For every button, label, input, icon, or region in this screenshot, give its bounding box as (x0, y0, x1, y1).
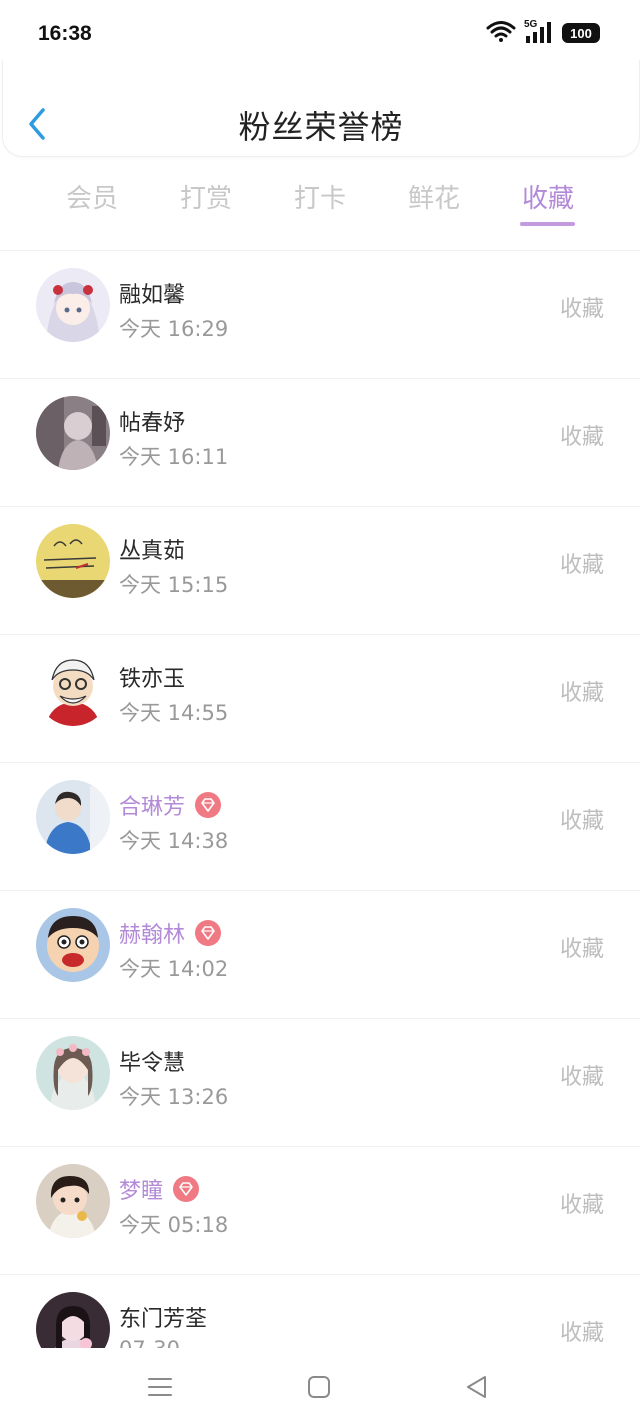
diamond-icon (195, 920, 222, 946)
timestamp: 今天 16:29 (119, 317, 229, 341)
timestamp: 今天 14:02 (119, 957, 229, 981)
avatar[interactable] (36, 780, 110, 854)
avatar[interactable] (36, 1036, 110, 1110)
name-line: 丛真茹 (119, 533, 185, 565)
avatar[interactable] (36, 524, 110, 598)
action-label: 收藏 (559, 553, 604, 578)
name-line: 毕令慧 (119, 1045, 185, 1077)
timestamp: 今天 13:26 (119, 1085, 229, 1109)
avatar[interactable] (36, 1292, 110, 1348)
list-item[interactable]: 帖春妤 今天 16:11 收藏 (0, 378, 640, 507)
tab-member[interactable]: 会员 (35, 178, 149, 215)
user-name: 铁亦玉 (119, 667, 186, 692)
name-line: 帖春妤 (119, 405, 185, 437)
back-icon[interactable] (462, 1372, 492, 1402)
action-label: 收藏 (559, 1321, 604, 1346)
list-item[interactable]: 丛真茹 今天 15:15 收藏 (0, 506, 640, 635)
name-line: 梦瞳 (119, 1173, 200, 1205)
avatar[interactable] (36, 268, 110, 342)
action-label: 收藏 (559, 937, 604, 962)
diamond-icon (173, 1176, 200, 1202)
list-item[interactable]: 铁亦玉 今天 14:55 收藏 (0, 634, 640, 763)
timestamp: 今天 05:18 (119, 1213, 229, 1237)
avatar[interactable] (36, 396, 110, 470)
menu-icon[interactable] (145, 1372, 175, 1402)
list-item[interactable]: 毕令慧 今天 13:26 收藏 (0, 1018, 640, 1147)
name-line: 融如馨 (119, 277, 185, 309)
timestamp: 今天 15:15 (119, 573, 229, 597)
list-item[interactable]: 融如馨 今天 16:29 收藏 (0, 250, 640, 379)
status-time: 16:38 (38, 22, 92, 45)
action-label: 收藏 (559, 297, 604, 322)
fan-list: 融如馨 今天 16:29 收藏 帖春妤 今天 16:11 收藏 丛真茹 今天 1… (0, 250, 640, 1348)
action-label: 收藏 (559, 1065, 604, 1090)
avatar[interactable] (36, 908, 110, 982)
user-name: 合琳芳 (119, 795, 186, 820)
list-item[interactable]: 东门芳荃 07-30 收藏 (0, 1274, 640, 1348)
header: 粉丝荣誉榜 (2, 60, 640, 157)
diamond-icon (195, 792, 222, 818)
action-label: 收藏 (559, 425, 604, 450)
tab-favorite[interactable]: 收藏 (491, 178, 605, 215)
timestamp: 今天 14:38 (119, 829, 229, 853)
list-item[interactable]: 赫翰林 今天 14:02 收藏 (0, 890, 640, 1019)
timestamp: 今天 16:11 (119, 445, 229, 469)
tab-checkin[interactable]: 打卡 (263, 178, 377, 215)
page-title: 粉丝荣誉榜 (238, 108, 404, 146)
user-name: 毕令慧 (119, 1051, 186, 1076)
timestamp: 07-30 (119, 1337, 180, 1348)
name-line: 合琳芳 (119, 789, 222, 821)
tab-flower[interactable]: 鲜花 (377, 178, 491, 215)
status-icons: 5G 100 (486, 19, 600, 46)
user-name: 赫翰林 (119, 923, 186, 948)
home-icon[interactable] (304, 1372, 334, 1402)
name-line: 铁亦玉 (119, 661, 185, 693)
avatar[interactable] (36, 1164, 110, 1238)
active-tab-indicator (520, 222, 575, 226)
signal-icon: 5G (524, 19, 554, 45)
list-item[interactable]: 梦瞳 今天 05:18 收藏 (0, 1146, 640, 1275)
action-label: 收藏 (559, 1193, 604, 1218)
user-name: 融如馨 (119, 283, 186, 308)
user-name: 梦瞳 (119, 1179, 164, 1204)
system-nav-bar (0, 1348, 640, 1426)
tab-reward[interactable]: 打赏 (149, 178, 263, 215)
user-name: 东门芳荃 (119, 1307, 208, 1332)
action-label: 收藏 (559, 681, 604, 706)
name-line: 东门芳荃 (119, 1301, 207, 1333)
timestamp: 今天 14:55 (119, 701, 229, 725)
tab-bar: 会员 打赏 打卡 鲜花 收藏 (0, 170, 640, 232)
wifi-icon (486, 20, 516, 46)
user-name: 丛真茹 (119, 539, 186, 564)
action-label: 收藏 (559, 809, 604, 834)
user-name: 帖春妤 (119, 411, 186, 436)
list-item[interactable]: 合琳芳 今天 14:38 收藏 (0, 762, 640, 891)
avatar[interactable] (36, 652, 110, 726)
battery-icon: 100 (562, 23, 600, 43)
name-line: 赫翰林 (119, 917, 222, 949)
